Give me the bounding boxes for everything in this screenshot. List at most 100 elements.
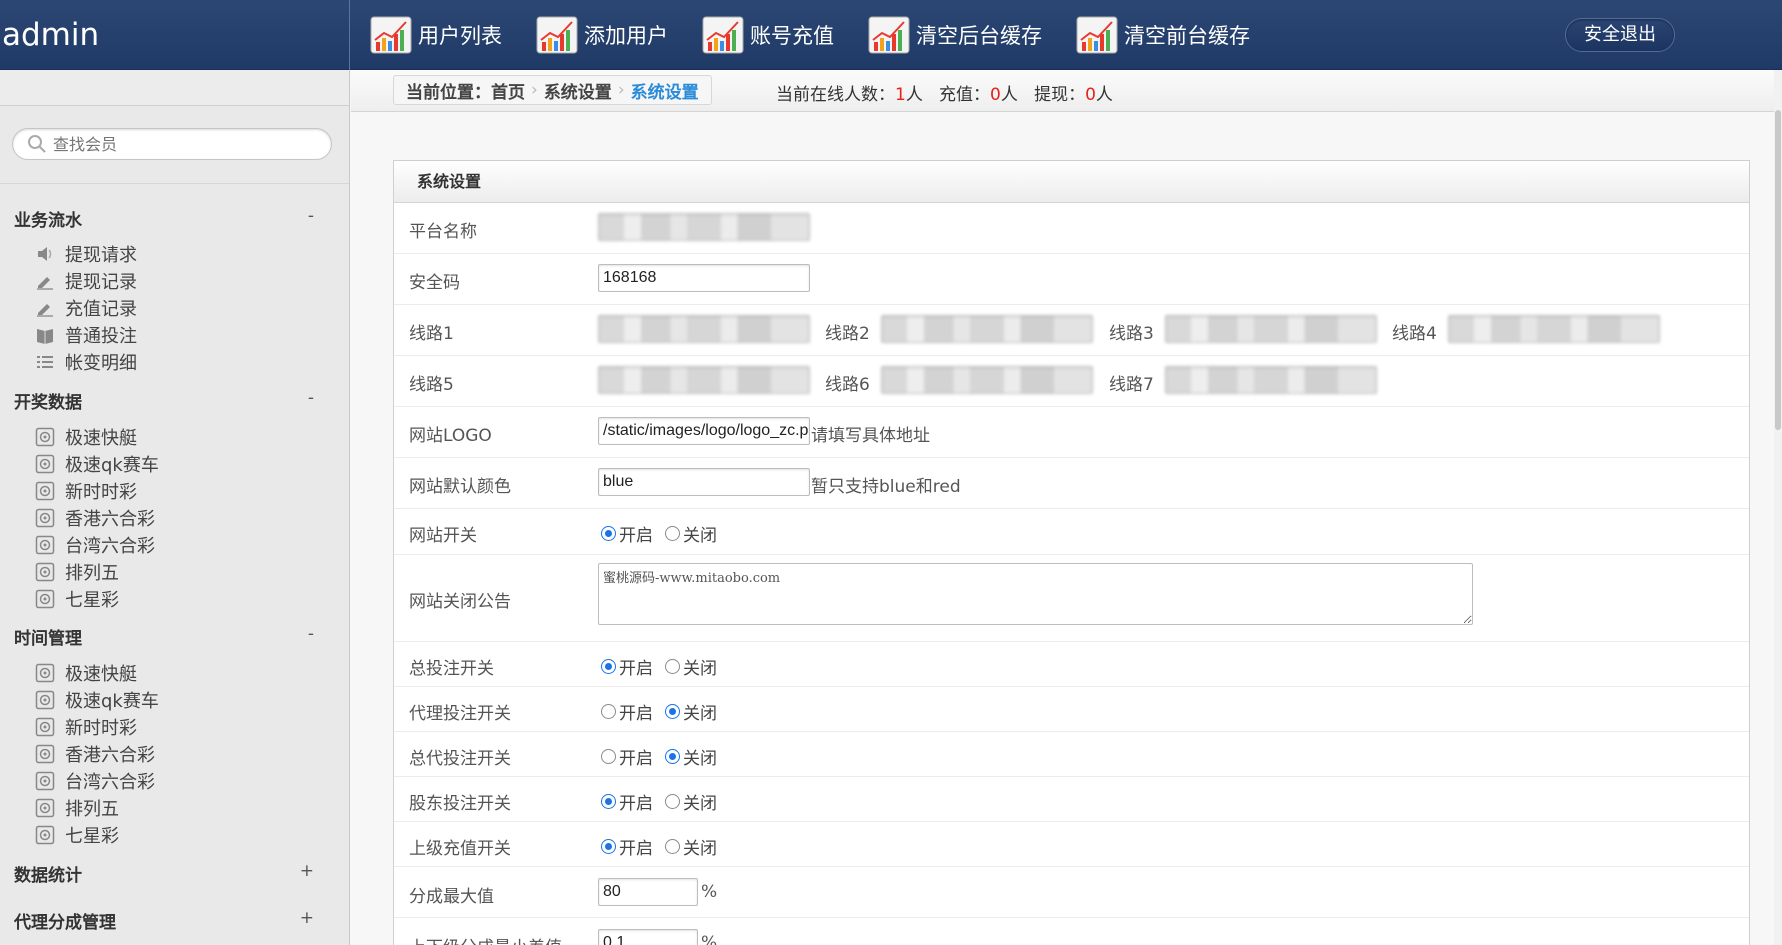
- line1-input[interactable]: [598, 315, 810, 343]
- page-scrollbar[interactable]: [1774, 70, 1782, 945]
- menu-item[interactable]: 排列五: [35, 560, 119, 584]
- group-data-statistics[interactable]: 数据统计 +: [14, 861, 314, 886]
- menu-label: 极速qk赛车: [65, 455, 159, 476]
- field-label: 股东投注开关: [409, 794, 511, 814]
- menu-item[interactable]: 香港六合彩: [35, 506, 155, 530]
- logo-path-input[interactable]: /static/images/logo/logo_zc.png: [598, 417, 810, 445]
- default-color-input[interactable]: blue: [598, 468, 810, 496]
- site-switch-on-radio[interactable]: [601, 526, 616, 541]
- group-business-flow[interactable]: 业务流水 -: [14, 206, 314, 231]
- menu-item[interactable]: 极速快艇: [35, 661, 137, 685]
- radio-label: 关闭: [683, 704, 717, 724]
- shareholder-bet-radios: 开启 关闭: [601, 789, 729, 814]
- collapse-toggle[interactable]: -: [308, 388, 314, 408]
- line4-input[interactable]: [1448, 315, 1660, 343]
- target-icon: [35, 427, 55, 447]
- expand-toggle[interactable]: +: [300, 861, 314, 881]
- logo-hint: 请填写具体地址: [811, 426, 930, 446]
- line5-input[interactable]: [598, 366, 810, 394]
- menu-withdraw-record[interactable]: 提现记录: [35, 269, 137, 293]
- platform-name-input[interactable]: [598, 213, 810, 241]
- menu-item[interactable]: 香港六合彩: [35, 742, 155, 766]
- menu-item[interactable]: 极速qk赛车: [35, 688, 159, 712]
- group-time-management[interactable]: 时间管理 -: [14, 624, 314, 649]
- close-notice-textarea[interactable]: 蜜桃源码-www.mitaobo.com: [598, 563, 1473, 625]
- bet-switch-off-radio[interactable]: [665, 659, 680, 674]
- collapse-toggle[interactable]: -: [308, 206, 314, 226]
- pencil-icon: [37, 277, 53, 290]
- field-label: 线路1: [409, 324, 454, 344]
- field-label: 代理投注开关: [409, 704, 511, 724]
- member-search[interactable]: [12, 128, 332, 160]
- bet-switch-on-radio[interactable]: [601, 659, 616, 674]
- collapse-toggle[interactable]: -: [308, 624, 314, 644]
- security-code-input[interactable]: 168168: [598, 264, 810, 292]
- row-agent-bet: 代理投注开关 开启 关闭: [394, 688, 1749, 732]
- max-share-input[interactable]: 80: [598, 878, 698, 906]
- nav-recharge[interactable]: 账号充值: [702, 16, 834, 54]
- upline-recharge-on-radio[interactable]: [601, 839, 616, 854]
- menu-item[interactable]: 七星彩: [35, 587, 119, 611]
- site-switch-off-radio[interactable]: [665, 526, 680, 541]
- line2-input[interactable]: [881, 315, 1093, 343]
- nav-add-user[interactable]: 添加用户: [536, 16, 668, 54]
- search-input[interactable]: [53, 134, 303, 154]
- nav-clear-backend-cache[interactable]: 清空后台缓存: [868, 16, 1042, 54]
- menu-item[interactable]: 排列五: [35, 796, 119, 820]
- nav-label: 添加用户: [584, 24, 668, 48]
- row-platform-name: 平台名称: [394, 204, 1749, 254]
- nav-user-list[interactable]: 用户列表: [370, 16, 502, 54]
- menu-account-change[interactable]: 帐变明细: [35, 350, 137, 374]
- line4-label: 线路4: [1392, 324, 1437, 344]
- row-close-notice: 网站关闭公告 蜜桃源码-www.mitaobo.com: [394, 556, 1749, 642]
- breadcrumb-system[interactable]: 系统设置: [544, 78, 612, 103]
- menu-withdraw-request[interactable]: 提现请求: [35, 242, 137, 266]
- field-label: 总投注开关: [409, 659, 494, 679]
- group-title: 时间管理: [14, 629, 82, 649]
- menu-label: 提现记录: [65, 272, 137, 293]
- general-agent-bet-on-radio[interactable]: [601, 749, 616, 764]
- menu-item[interactable]: 极速qk赛车: [35, 452, 159, 476]
- upline-recharge-off-radio[interactable]: [665, 839, 680, 854]
- breadcrumb-home[interactable]: 首页: [491, 78, 525, 103]
- panel-title: 系统设置: [394, 161, 1749, 203]
- menu-label: 极速快艇: [65, 428, 137, 449]
- group-agent-share[interactable]: 代理分成管理 +: [14, 908, 314, 933]
- sidebar-top-bar: [0, 70, 349, 106]
- expand-toggle[interactable]: +: [300, 908, 314, 928]
- agent-bet-on-radio[interactable]: [601, 704, 616, 719]
- field-label: 网站开关: [409, 526, 477, 546]
- menu-item[interactable]: 台湾六合彩: [35, 533, 155, 557]
- agent-bet-off-radio[interactable]: [665, 704, 680, 719]
- line7-input[interactable]: [1165, 366, 1377, 394]
- menu-label: 香港六合彩: [65, 509, 155, 530]
- row-lines-5-7: 线路5 线路6 线路7: [394, 357, 1749, 407]
- group-lottery-data[interactable]: 开奖数据 -: [14, 388, 314, 413]
- row-general-agent-bet: 总代投注开关 开启 关闭: [394, 733, 1749, 777]
- scrollbar-thumb[interactable]: [1775, 110, 1781, 430]
- chart-icon: [868, 16, 910, 54]
- min-diff-input[interactable]: 0.1: [598, 929, 698, 945]
- nav-clear-frontend-cache[interactable]: 清空前台缓存: [1076, 16, 1250, 54]
- menu-item[interactable]: 新时时彩: [35, 715, 137, 739]
- menu-item[interactable]: 极速快艇: [35, 425, 137, 449]
- menu-item[interactable]: 新时时彩: [35, 479, 137, 503]
- general-agent-bet-off-radio[interactable]: [665, 749, 680, 764]
- shareholder-bet-off-radio[interactable]: [665, 794, 680, 809]
- logout-button[interactable]: 安全退出: [1565, 18, 1675, 52]
- shareholder-bet-on-radio[interactable]: [601, 794, 616, 809]
- line6-input[interactable]: [881, 366, 1093, 394]
- row-site-logo: 网站LOGO /static/images/logo/logo_zc.png 请…: [394, 408, 1749, 458]
- menu-item[interactable]: 台湾六合彩: [35, 769, 155, 793]
- row-upline-recharge: 上级充值开关 开启 关闭: [394, 823, 1749, 867]
- menu-normal-bet[interactable]: 普通投注: [35, 323, 137, 347]
- menu-item[interactable]: 七星彩: [35, 823, 119, 847]
- row-security-code: 安全码 168168: [394, 255, 1749, 305]
- nav-label: 清空前台缓存: [1124, 24, 1250, 48]
- radio-label: 开启: [619, 526, 653, 546]
- field-label: 平台名称: [409, 222, 477, 242]
- line3-input[interactable]: [1165, 315, 1377, 343]
- menu-recharge-record[interactable]: 充值记录: [35, 296, 137, 320]
- target-icon: [35, 481, 55, 501]
- menu-label: 排列五: [65, 563, 119, 584]
